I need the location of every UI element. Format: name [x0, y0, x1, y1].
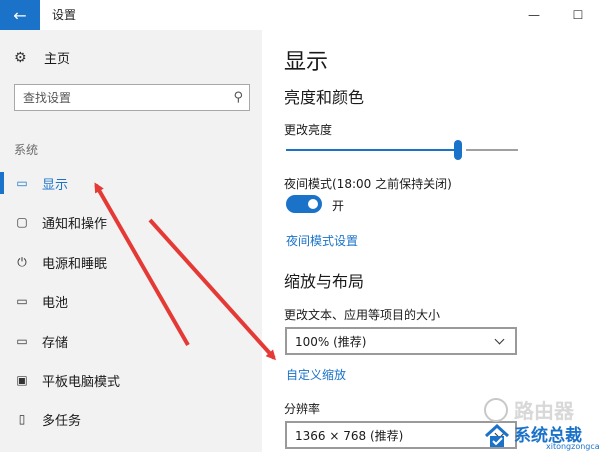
- nav-home-label: 主页: [44, 52, 71, 67]
- sidebar: ⚙ 主页 ⚲ 系统 ▭ 显示 ▢ 通知和操作 ⏻ 电源和睡眠 ▭ 电池 ▭ 存储…: [0, 30, 262, 452]
- house-logo-icon: [484, 424, 510, 447]
- resolution-dropdown[interactable]: 1366 × 768 (推荐): [285, 421, 517, 449]
- maximize-icon: ☐: [572, 8, 584, 22]
- section-label-system: 系统: [14, 143, 39, 157]
- watermark-router-text: 路由器: [514, 399, 574, 423]
- back-button[interactable]: ←: [0, 0, 40, 30]
- notification-icon: ▢: [16, 215, 28, 229]
- sidebar-item-label: 多任务: [42, 413, 82, 429]
- minimize-icon: —: [528, 8, 540, 22]
- resolution-value: 1366 × 768 (推荐): [295, 428, 404, 443]
- battery-icon: ▭: [16, 294, 28, 308]
- minimize-button[interactable]: —: [512, 0, 556, 30]
- night-mode-settings-link[interactable]: 夜间模式设置: [286, 232, 358, 249]
- sidebar-item-label: 显示: [42, 177, 69, 193]
- sidebar-item-tablet-mode[interactable]: ▣ 平板电脑模式: [0, 362, 262, 398]
- night-mode-label: 夜间模式(18:00 之前保持关闭): [284, 177, 452, 191]
- custom-scale-link[interactable]: 自定义缩放: [286, 366, 346, 383]
- slider-thumb[interactable]: [454, 140, 462, 160]
- storage-icon: ▭: [16, 334, 28, 348]
- window-title: 设置: [52, 8, 77, 22]
- text-size-label: 更改文本、应用等项目的大小: [284, 308, 441, 322]
- router-icon: [484, 397, 508, 422]
- resolution-label: 分辨率: [284, 402, 321, 416]
- gear-icon: ⚙: [14, 49, 27, 66]
- sidebar-item-power[interactable]: ⏻ 电源和睡眠: [0, 244, 262, 280]
- power-icon: ⏻: [17, 254, 27, 269]
- nav-home[interactable]: ⚙ 主页: [14, 48, 71, 68]
- night-mode-state: 开: [332, 199, 345, 213]
- sidebar-item-label: 电源和睡眠: [42, 256, 108, 272]
- sidebar-item-battery[interactable]: ▭ 电池: [0, 283, 262, 319]
- sidebar-item-label: 平板电脑模式: [42, 374, 121, 390]
- monitor-icon: ▭: [16, 176, 28, 190]
- tablet-icon: ▣: [16, 373, 28, 387]
- toggle-knob: [308, 199, 318, 209]
- sidebar-item-label: 通知和操作: [42, 216, 108, 232]
- sidebar-item-label: 电池: [42, 295, 69, 311]
- page-title: 显示: [284, 50, 329, 75]
- sidebar-item-multitasking[interactable]: ▯ 多任务: [0, 401, 262, 437]
- back-arrow-icon: ←: [13, 5, 27, 25]
- search-icon[interactable]: ⚲: [233, 90, 243, 105]
- brightness-slider[interactable]: [286, 140, 518, 160]
- sidebar-item-display[interactable]: ▭ 显示: [0, 165, 262, 201]
- text-size-value: 100% (推荐): [295, 334, 367, 349]
- watermark-url: xitongzongcai.com: [546, 442, 600, 451]
- search-box[interactable]: ⚲: [14, 84, 250, 111]
- chevron-down-icon: [494, 334, 505, 344]
- multitask-icon: ▯: [18, 412, 26, 426]
- maximize-button[interactable]: ☐: [556, 0, 600, 30]
- slider-track: [466, 149, 518, 151]
- slider-track-fill: [286, 149, 458, 151]
- search-input[interactable]: [23, 90, 213, 105]
- night-mode-toggle[interactable]: [286, 195, 322, 213]
- watermark-router: 路由器: [484, 395, 574, 424]
- sidebar-item-label: 存储: [42, 335, 69, 351]
- section-heading-brightness: 亮度和颜色: [284, 88, 365, 107]
- brightness-label: 更改亮度: [284, 123, 333, 137]
- sidebar-item-storage[interactable]: ▭ 存储: [0, 323, 262, 359]
- sidebar-item-notifications[interactable]: ▢ 通知和操作: [0, 204, 262, 240]
- selection-indicator: [0, 172, 4, 194]
- window-controls: — ☐: [512, 0, 600, 30]
- section-heading-scale: 缩放与布局: [284, 272, 365, 291]
- text-size-dropdown[interactable]: 100% (推荐): [285, 327, 517, 355]
